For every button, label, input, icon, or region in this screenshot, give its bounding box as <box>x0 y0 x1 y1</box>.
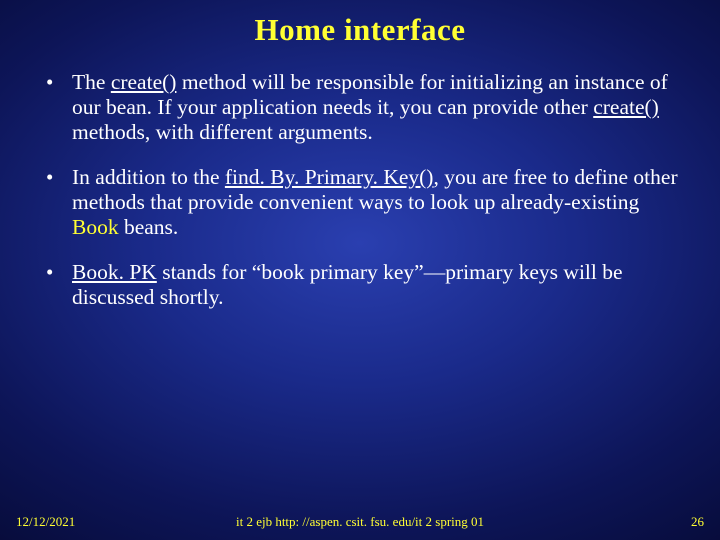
bullet-list: The create() method will be responsible … <box>36 70 684 310</box>
text: beans. <box>119 215 179 239</box>
bullet-item: Book. PK stands for “book primary key”—p… <box>36 260 684 310</box>
footer: 12/12/2021 it 2 ejb http: //aspen. csit.… <box>0 514 720 530</box>
footer-middle: it 2 ejb http: //aspen. csit. fsu. edu/i… <box>16 514 704 530</box>
underline-text: Book. PK <box>72 260 157 284</box>
slide-title: Home interface <box>30 12 690 48</box>
text: methods, with different arguments. <box>72 120 373 144</box>
footer-date: 12/12/2021 <box>16 514 75 530</box>
bullet-item: The create() method will be responsible … <box>36 70 684 145</box>
bullet-item: In addition to the find. By. Primary. Ke… <box>36 165 684 240</box>
underline-text: create() <box>593 95 659 119</box>
highlight-text: Book <box>72 215 119 239</box>
underline-text: create() <box>111 70 177 94</box>
footer-page-number: 26 <box>691 514 704 530</box>
slide: Home interface The create() method will … <box>0 0 720 540</box>
underline-text: find. By. Primary. Key() <box>225 165 434 189</box>
text: The <box>72 70 111 94</box>
text: In addition to the <box>72 165 225 189</box>
